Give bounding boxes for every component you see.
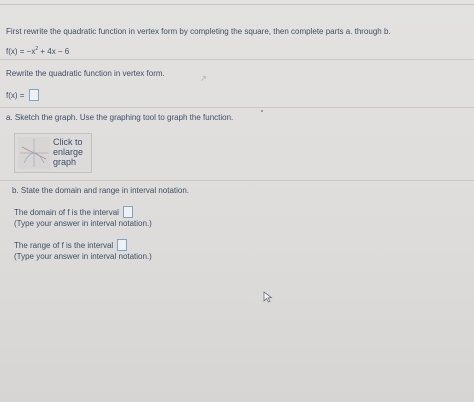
range-hint: (Type your answer in interval notation.) [14,252,152,261]
section-divider [0,59,474,60]
part-a-prompt: a. Sketch the graph. Use the graphing to… [6,113,234,122]
vertex-form-row: f(x) = [6,89,39,101]
domain-answer-box[interactable] [123,206,134,218]
section-divider-2 [0,107,474,108]
top-divider [0,4,474,5]
part-b-prompt: b. State the domain and range in interva… [12,186,190,195]
instructions-text: First rewrite the quadratic function in … [6,27,391,36]
button-line-1: Click to [53,137,83,147]
function-equation: f(x) = −x2 + 4x − 6 [6,44,69,57]
section-divider-3 [0,180,474,181]
exercise-page: First rewrite the quadratic function in … [0,0,474,402]
domain-label: The domain of f is the interval [14,208,119,217]
vertex-form-label: f(x) = [6,91,25,100]
button-line-3: graph [53,157,77,167]
stray-dot [261,110,263,112]
domain-hint: (Type your answer in interval notation.) [14,219,152,228]
domain-row: The domain of f is the interval [14,206,134,218]
mouse-pointer-icon [263,291,273,303]
graph-thumbnail-icon [18,137,50,169]
vertex-form-prompt: Rewrite the quadratic function in vertex… [6,69,165,78]
button-line-2: enlarge [53,147,84,157]
function-rest: + 4x − 6 [38,47,70,56]
faint-cursor-mark: ↗ [200,74,207,83]
range-row: The range of f is the interval [14,239,128,251]
range-label: The range of f is the interval [14,241,114,250]
range-answer-box[interactable] [117,239,128,251]
enlarge-graph-label: Click to enlarge graph [53,137,83,167]
function-lhs: f(x) = [6,47,27,56]
enlarge-graph-button[interactable]: Click to enlarge graph [14,133,92,173]
vertex-form-answer-box[interactable] [28,89,39,101]
